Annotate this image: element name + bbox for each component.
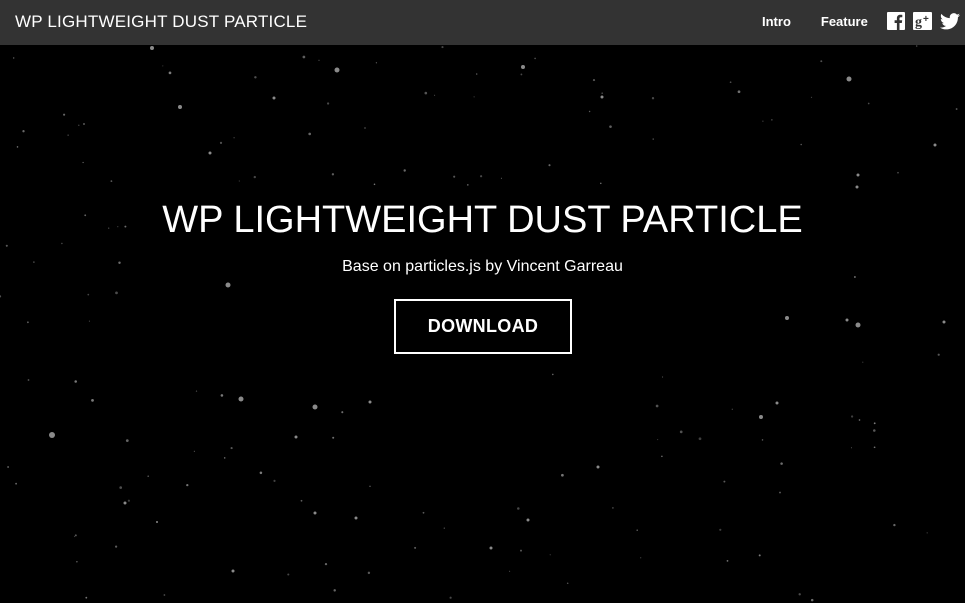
top-navbar: WP LIGHTWEIGHT DUST PARTICLE Intro Featu… (0, 0, 965, 45)
particle-background: WP LIGHTWEIGHT DUST PARTICLE Base on par… (0, 45, 965, 603)
site-brand[interactable]: WP LIGHTWEIGHT DUST PARTICLE (15, 12, 307, 32)
facebook-icon[interactable] (887, 12, 905, 35)
google-plus-icon[interactable]: g + (913, 12, 932, 35)
hero-section: WP LIGHTWEIGHT DUST PARTICLE Base on par… (0, 45, 965, 603)
nav-links: Intro Feature (762, 14, 868, 29)
nav-link-intro[interactable]: Intro (762, 14, 791, 29)
twitter-icon[interactable] (940, 12, 960, 35)
nav-link-feature[interactable]: Feature (821, 14, 868, 29)
hero-subtitle: Base on particles.js by Vincent Garreau (342, 258, 623, 275)
download-button[interactable]: DOWNLOAD (394, 299, 572, 354)
svg-text:g: g (915, 15, 922, 30)
social-links: g + (887, 12, 960, 35)
svg-text:+: + (923, 14, 929, 25)
hero-title: WP LIGHTWEIGHT DUST PARTICLE (162, 199, 803, 241)
